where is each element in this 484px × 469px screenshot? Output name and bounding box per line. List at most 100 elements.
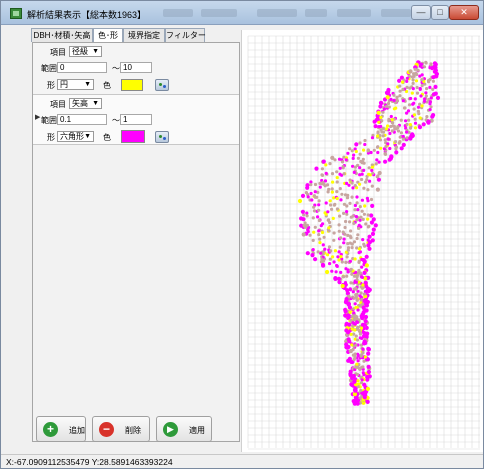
tree-point xyxy=(360,315,365,321)
tree-scatter-plot[interactable] xyxy=(242,30,484,452)
tree-point xyxy=(367,374,372,379)
tree-point xyxy=(369,150,373,155)
tree-point xyxy=(337,258,341,262)
tree-point xyxy=(335,190,339,194)
range-to-input[interactable]: 10 xyxy=(120,62,152,73)
tree-point xyxy=(385,104,389,108)
tree-point xyxy=(328,162,332,166)
apply-button[interactable]: ▶ 適用 xyxy=(156,416,212,442)
tree-point xyxy=(318,241,322,245)
range-from-input[interactable]: 0.1 xyxy=(57,114,107,125)
item-select[interactable]: 径級 ▼ xyxy=(69,46,102,57)
tree-point xyxy=(328,257,332,261)
range-to-input[interactable]: 1 xyxy=(120,114,152,125)
tree-point xyxy=(357,251,361,255)
tree-point xyxy=(348,147,352,151)
tree-point xyxy=(351,164,355,168)
minimize-button[interactable]: — xyxy=(411,5,431,20)
tree-point xyxy=(361,347,365,351)
tree-point xyxy=(392,93,396,97)
tree-point xyxy=(355,316,359,321)
tree-point xyxy=(408,86,412,90)
shape-select[interactable]: 六角形 ▼ xyxy=(57,131,94,142)
tree-point xyxy=(412,74,416,78)
tree-point xyxy=(339,270,343,274)
tree-point xyxy=(433,68,438,73)
tree-point xyxy=(340,160,345,164)
tree-point xyxy=(365,386,370,391)
tree-point xyxy=(377,120,381,124)
color-swatch[interactable] xyxy=(121,130,145,143)
delete-button[interactable]: − 削除 xyxy=(92,416,150,442)
tree-point xyxy=(331,255,335,259)
tab-filter[interactable]: フィルター xyxy=(165,28,206,42)
tree-point xyxy=(348,201,352,205)
tree-point xyxy=(407,118,411,122)
tree-point xyxy=(431,75,436,80)
tree-point xyxy=(352,240,357,244)
tree-point xyxy=(361,217,365,221)
tree-point xyxy=(351,186,355,190)
tree-point xyxy=(418,74,422,78)
tree-point xyxy=(388,131,392,136)
tree-point xyxy=(332,238,336,242)
tree-point xyxy=(335,170,339,174)
tree-point xyxy=(401,87,405,92)
color-palette-button[interactable] xyxy=(155,79,169,91)
tree-point xyxy=(359,381,364,385)
tree-point xyxy=(360,257,364,262)
color-swatch[interactable] xyxy=(121,79,143,91)
maximize-button[interactable]: □ xyxy=(431,5,449,20)
tree-point xyxy=(378,100,384,105)
apply-button-label: 適用 xyxy=(189,426,205,435)
shape-select[interactable]: 円 ▼ xyxy=(57,79,94,90)
shape-select-value: 六角形 xyxy=(60,132,84,141)
tab-color-shape[interactable]: 色･形 xyxy=(93,28,123,43)
tree-point xyxy=(397,78,402,83)
tree-point xyxy=(422,99,427,103)
tree-point xyxy=(394,145,398,149)
tree-point xyxy=(358,336,362,340)
tab-boundary[interactable]: 境界指定 xyxy=(123,28,165,42)
tree-point xyxy=(361,283,365,287)
tree-point xyxy=(345,255,349,259)
tree-point xyxy=(354,287,358,291)
tree-point xyxy=(354,142,359,147)
tree-point xyxy=(313,182,318,187)
close-button[interactable]: ✕ xyxy=(449,5,479,20)
tree-point xyxy=(305,211,309,215)
tree-point xyxy=(363,319,368,324)
tree-point xyxy=(386,89,391,95)
tree-point xyxy=(305,214,309,218)
tree-point xyxy=(314,166,319,171)
tree-point xyxy=(344,297,349,302)
tree-point xyxy=(368,179,372,183)
tree-point xyxy=(360,172,364,176)
tree-point xyxy=(313,257,318,262)
range-separator: ～ xyxy=(112,116,120,125)
plot-area[interactable] xyxy=(241,30,483,452)
tree-point xyxy=(371,227,376,232)
tree-point xyxy=(360,353,364,357)
tree-point xyxy=(332,260,336,264)
tree-point xyxy=(312,230,316,234)
tree-point xyxy=(311,216,315,220)
range-from-input[interactable]: 0 xyxy=(57,62,107,73)
tree-point xyxy=(420,104,424,108)
tree-point xyxy=(348,287,352,291)
tree-point xyxy=(376,110,381,115)
tab-dbh[interactable]: DBH･材積･矢高 xyxy=(31,28,93,42)
tree-point xyxy=(418,116,422,120)
tree-point xyxy=(385,127,389,131)
color-palette-button[interactable] xyxy=(155,131,169,143)
tree-point xyxy=(364,263,369,268)
tree-point xyxy=(355,218,359,222)
tree-point xyxy=(335,207,339,211)
tree-point xyxy=(424,91,428,95)
item-select[interactable]: 矢高 ▼ xyxy=(69,98,102,109)
tree-point xyxy=(326,218,330,222)
tree-point xyxy=(349,267,353,271)
add-button[interactable]: + 追加 xyxy=(36,416,86,442)
tree-point xyxy=(329,249,333,253)
tree-point xyxy=(353,257,357,261)
